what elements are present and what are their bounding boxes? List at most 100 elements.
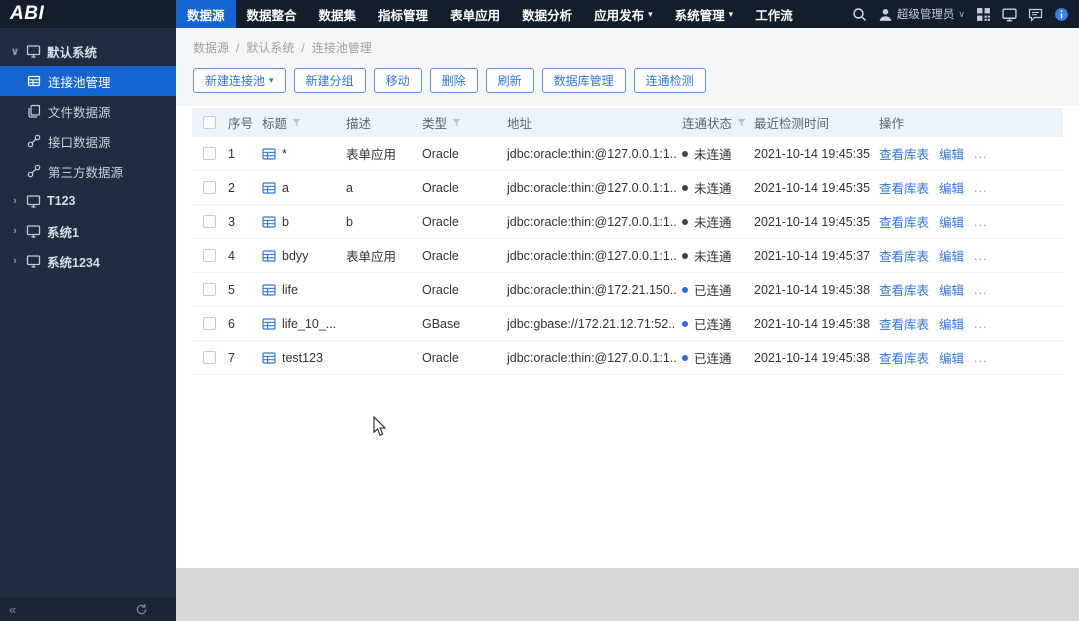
toolbar-button[interactable]: 连通检测 <box>633 68 706 93</box>
user-menu[interactable]: 超级管理员 ∨ <box>878 6 965 22</box>
tree-expand-icon[interactable]: › <box>10 255 20 267</box>
edit-link[interactable]: 编辑 <box>939 212 964 231</box>
row-checkbox[interactable] <box>203 215 216 228</box>
more-actions[interactable]: ... <box>974 317 987 331</box>
edit-link[interactable]: 编辑 <box>939 314 964 333</box>
topbar-nav-item[interactable]: 数据集 <box>308 0 368 28</box>
tree-expand-icon[interactable]: ∨ <box>10 45 20 58</box>
header-type: 类型 <box>422 117 448 131</box>
row-checkbox[interactable] <box>203 249 216 262</box>
table-row: 1 * 表单应用 Oracle jdbc:oracle:thin:@127.0.… <box>192 137 1063 171</box>
topbar-nav-item[interactable]: 表单应用 <box>439 0 511 28</box>
row-status: 未连通 <box>694 182 732 196</box>
sidebar-system-item[interactable]: ∨ 默认系统 <box>0 36 176 66</box>
edit-link[interactable]: 编辑 <box>939 178 964 197</box>
row-checkbox[interactable] <box>203 181 216 194</box>
app-logo: ABI <box>10 3 45 24</box>
topbar-nav-item[interactable]: 数据源 <box>176 0 236 28</box>
status-dot <box>682 150 688 157</box>
more-actions[interactable]: ... <box>974 283 987 297</box>
filter-icon[interactable] <box>736 117 747 128</box>
toolbar-button[interactable]: 移动 <box>373 68 422 93</box>
sidebar-system-item[interactable]: › T123 <box>0 186 176 216</box>
select-all-checkbox[interactable] <box>203 116 216 129</box>
breadcrumb-separator: / <box>236 40 240 55</box>
plug-icon <box>27 134 41 148</box>
row-checkbox[interactable] <box>203 317 216 330</box>
info-icon[interactable] <box>1054 7 1069 22</box>
topbar-nav-item[interactable]: 应用发布 ▾ <box>583 0 664 28</box>
more-actions[interactable]: ... <box>974 147 987 161</box>
refresh-icon[interactable] <box>135 603 148 616</box>
edit-link[interactable]: 编辑 <box>939 246 964 265</box>
chevron-down-icon: ▾ <box>728 8 734 19</box>
collapse-sidebar-icon[interactable]: « <box>9 602 16 617</box>
row-status: 未连通 <box>694 148 732 162</box>
datasource-table-icon <box>262 317 276 331</box>
message-icon[interactable] <box>1028 7 1043 22</box>
view-tables-link[interactable]: 查看库表 <box>879 314 929 333</box>
row-type: Oracle <box>422 214 459 229</box>
row-time: 2021-10-14 19:45:38 <box>754 282 871 297</box>
header-status: 连通状态 <box>682 117 733 131</box>
row-checkbox[interactable] <box>203 147 216 160</box>
sidebar-system-label: 系统1 <box>47 225 79 240</box>
sidebar-system-item[interactable]: › 系统1234 <box>0 246 176 276</box>
more-actions[interactable]: ... <box>974 249 987 263</box>
tree-expand-icon[interactable]: › <box>10 195 20 207</box>
plug-icon <box>27 164 41 178</box>
sidebar-child-item[interactable]: 文件数据源 <box>0 96 176 126</box>
breadcrumb-item[interactable]: 数据源 <box>193 39 229 56</box>
chevron-down-icon: ▾ <box>269 75 274 85</box>
sidebar-tree: ∨ 默认系统 连接池管理 文件数据源 接口数据源 第三方数据源 › T123 ›… <box>0 28 176 276</box>
view-tables-link[interactable]: 查看库表 <box>879 280 929 299</box>
sidebar-child-item[interactable]: 连接池管理 <box>0 66 176 96</box>
sidebar: ∨ 默认系统 连接池管理 文件数据源 接口数据源 第三方数据源 › T123 ›… <box>0 28 176 621</box>
screen-icon[interactable] <box>1002 7 1017 22</box>
sidebar-child-item[interactable]: 接口数据源 <box>0 126 176 156</box>
row-status: 未连通 <box>694 216 732 230</box>
toolbar-button[interactable]: 新建连接池 ▾ <box>193 68 286 93</box>
toolbar-button[interactable]: 删除 <box>429 68 478 93</box>
topbar-nav-item[interactable]: 工作流 <box>744 0 804 28</box>
qr-code-icon[interactable] <box>976 7 991 22</box>
toolbar-button[interactable]: 新建分组 <box>293 68 366 93</box>
search-icon[interactable] <box>852 7 867 22</box>
topbar-nav-item[interactable]: 系统管理 ▾ <box>664 0 745 28</box>
more-actions[interactable]: ... <box>974 181 987 195</box>
row-checkbox[interactable] <box>203 351 216 364</box>
toolbar-button-label: 移动 <box>385 74 410 88</box>
row-checkbox[interactable] <box>203 283 216 296</box>
breadcrumb-item[interactable]: 连接池管理 <box>312 39 372 56</box>
view-tables-link[interactable]: 查看库表 <box>879 212 929 231</box>
edit-link[interactable]: 编辑 <box>939 144 964 163</box>
edit-link[interactable]: 编辑 <box>939 280 964 299</box>
toolbar-button[interactable]: 刷新 <box>485 68 534 93</box>
view-tables-link[interactable]: 查看库表 <box>879 348 929 367</box>
view-tables-link[interactable]: 查看库表 <box>879 144 929 163</box>
sidebar-system-item[interactable]: › 系统1 <box>0 216 176 246</box>
tree-expand-icon[interactable]: › <box>10 225 20 237</box>
topbar-nav-item[interactable]: 数据整合 <box>236 0 308 28</box>
chevron-down-icon: ▾ <box>648 8 653 19</box>
breadcrumb-item[interactable]: 默认系统 <box>246 39 294 56</box>
row-title: b <box>282 214 289 229</box>
row-type: Oracle <box>422 146 459 161</box>
filter-icon[interactable] <box>291 117 302 128</box>
sidebar-system-label: T123 <box>47 194 76 208</box>
sidebar-child-item[interactable]: 第三方数据源 <box>0 156 176 186</box>
topbar-nav-item[interactable]: 指标管理 <box>367 0 439 28</box>
toolbar-button[interactable]: 数据库管理 <box>541 68 626 93</box>
topbar-nav-item[interactable]: 数据分析 <box>511 0 583 28</box>
filter-icon[interactable] <box>451 117 462 128</box>
status-dot <box>682 218 688 225</box>
more-actions[interactable]: ... <box>974 215 987 229</box>
topbar: ABI 数据源 数据整合 数据集 指标管理 表单应用 数据分析 应用发布 ▾ 系… <box>0 0 1079 28</box>
app-root: { "colors": { "accent": "#1565d1", "link… <box>0 0 1079 621</box>
row-description: a <box>346 180 353 195</box>
more-actions[interactable]: ... <box>974 351 987 365</box>
edit-link[interactable]: 编辑 <box>939 348 964 367</box>
view-tables-link[interactable]: 查看库表 <box>879 246 929 265</box>
status-dot <box>682 252 688 259</box>
view-tables-link[interactable]: 查看库表 <box>879 178 929 197</box>
